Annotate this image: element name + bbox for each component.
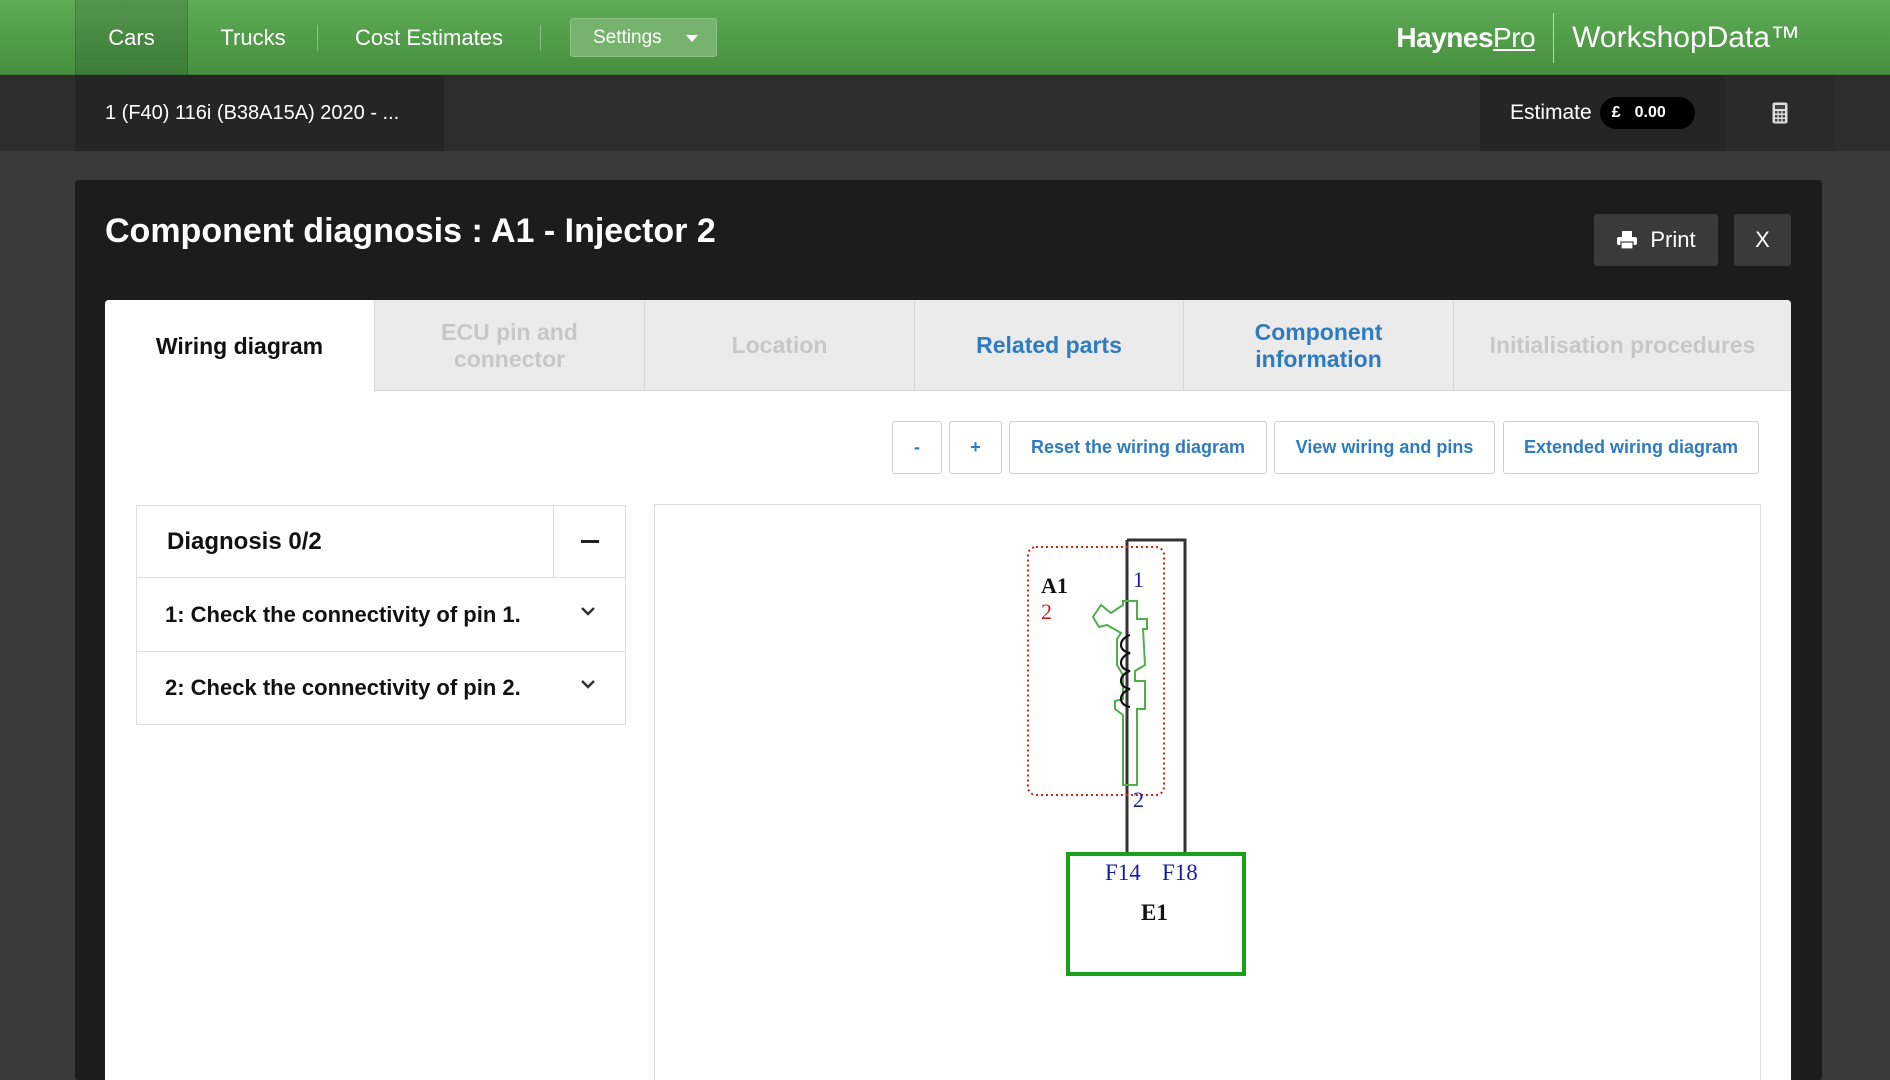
selected-vehicle[interactable]: 1 (F40) 116i (B38A15A) 2020 - ... <box>75 75 444 151</box>
tab-label: ECU pin and connector <box>441 318 578 372</box>
chevron-down-icon <box>581 607 595 616</box>
tab-location[interactable]: Location <box>645 300 915 391</box>
tab-initialisation-procedures[interactable]: Initialisation procedures <box>1454 300 1791 391</box>
nav-cost-estimates[interactable]: Cost Estimates <box>318 0 540 75</box>
wiring-diagram-canvas[interactable]: A1 2 1 2 F14 F18 E1 <box>654 504 1761 1080</box>
diagnosis-step[interactable]: 1: Check the connectivity of pin 1. <box>137 579 625 652</box>
vehicle-bar: 1 (F40) 116i (B38A15A) 2020 - ... Estima… <box>0 75 1890 151</box>
diagnosis-panel: Diagnosis 0/2 1: Check the connectivity … <box>136 505 626 725</box>
estimate-label: Estimate <box>1510 101 1592 124</box>
tab-wiring-diagram[interactable]: Wiring diagram <box>105 300 375 392</box>
component-label: A1 <box>1041 573 1068 598</box>
caret-down-icon <box>686 35 698 42</box>
tab-component-information[interactable]: Component information <box>1184 300 1454 391</box>
print-label: Print <box>1650 227 1696 252</box>
ecu-pin-right-label: F18 <box>1162 860 1198 885</box>
view-wiring-pins-button[interactable]: View wiring and pins <box>1274 421 1495 474</box>
injector-icon <box>1091 600 1148 786</box>
wiring-diagram: A1 2 1 2 F14 F18 E1 <box>1027 538 1246 976</box>
nav-separator <box>540 25 541 51</box>
zoom-in-button[interactable]: + <box>949 421 1002 474</box>
chevron-down-icon <box>581 680 595 689</box>
minus-icon <box>580 540 599 543</box>
pin-top-label: 1 <box>1133 567 1144 592</box>
ecu-pin-left-label: F14 <box>1105 860 1141 885</box>
diagnosis-step-text: 2: Check the connectivity of pin 2. <box>165 675 521 700</box>
extended-wiring-diagram-button[interactable]: Extended wiring diagram <box>1503 421 1759 474</box>
settings-dropdown[interactable]: Settings <box>570 18 717 57</box>
nav-trucks[interactable]: Trucks <box>190 0 316 75</box>
settings-label: Settings <box>593 26 662 48</box>
estimate-widget[interactable]: Estimate £ 0.00 <box>1480 75 1725 151</box>
print-button[interactable]: Print <box>1594 214 1718 266</box>
estimate-amount: 0.00 <box>1634 104 1666 121</box>
ecu-label: E1 <box>1141 900 1168 925</box>
modal-title: Component diagnosis : A1 - Injector 2 <box>105 212 716 250</box>
top-navigation: Cars Trucks Cost Estimates Settings Hayn… <box>0 0 1890 75</box>
tab-ecu-pin-connector[interactable]: ECU pin and connector <box>375 300 645 391</box>
diagnosis-step[interactable]: 2: Check the connectivity of pin 2. <box>137 652 625 725</box>
printer-icon <box>1617 231 1638 250</box>
currency-symbol: £ <box>1611 104 1621 121</box>
brand-logo: HaynesPro WorkshopData™ <box>1396 0 1800 75</box>
collapse-button[interactable] <box>553 506 625 578</box>
workshopdata-logo: WorkshopData™ <box>1572 20 1800 54</box>
haynespro-logo: HaynesPro <box>1396 21 1536 53</box>
component-pin-label: 2 <box>1041 599 1052 624</box>
diagnosis-step-text: 1: Check the connectivity of pin 1. <box>165 602 521 627</box>
tab-related-parts[interactable]: Related parts <box>915 300 1184 391</box>
component-diagnosis-modal: Component diagnosis : A1 - Injector 2 Pr… <box>75 180 1822 1080</box>
estimate-total: £ 0.00 <box>1599 97 1695 129</box>
brand-divider <box>1553 12 1555 63</box>
content-panel: Wiring diagram ECU pin and connector Loc… <box>105 300 1791 1080</box>
close-button[interactable]: X <box>1734 214 1791 266</box>
diagnosis-title: Diagnosis 0/2 <box>167 528 322 555</box>
tab-bar: Wiring diagram ECU pin and connector Loc… <box>105 300 1791 392</box>
zoom-out-button[interactable]: - <box>892 421 942 474</box>
calculator-button[interactable] <box>1725 75 1835 151</box>
calculator-icon <box>1772 102 1788 124</box>
nav-cars[interactable]: Cars <box>75 0 188 75</box>
tab-label: Component information <box>1254 318 1383 372</box>
pin-bottom-label: 2 <box>1133 787 1144 812</box>
diagnosis-header: Diagnosis 0/2 <box>137 506 625 578</box>
reset-wiring-diagram-button[interactable]: Reset the wiring diagram <box>1009 421 1267 474</box>
